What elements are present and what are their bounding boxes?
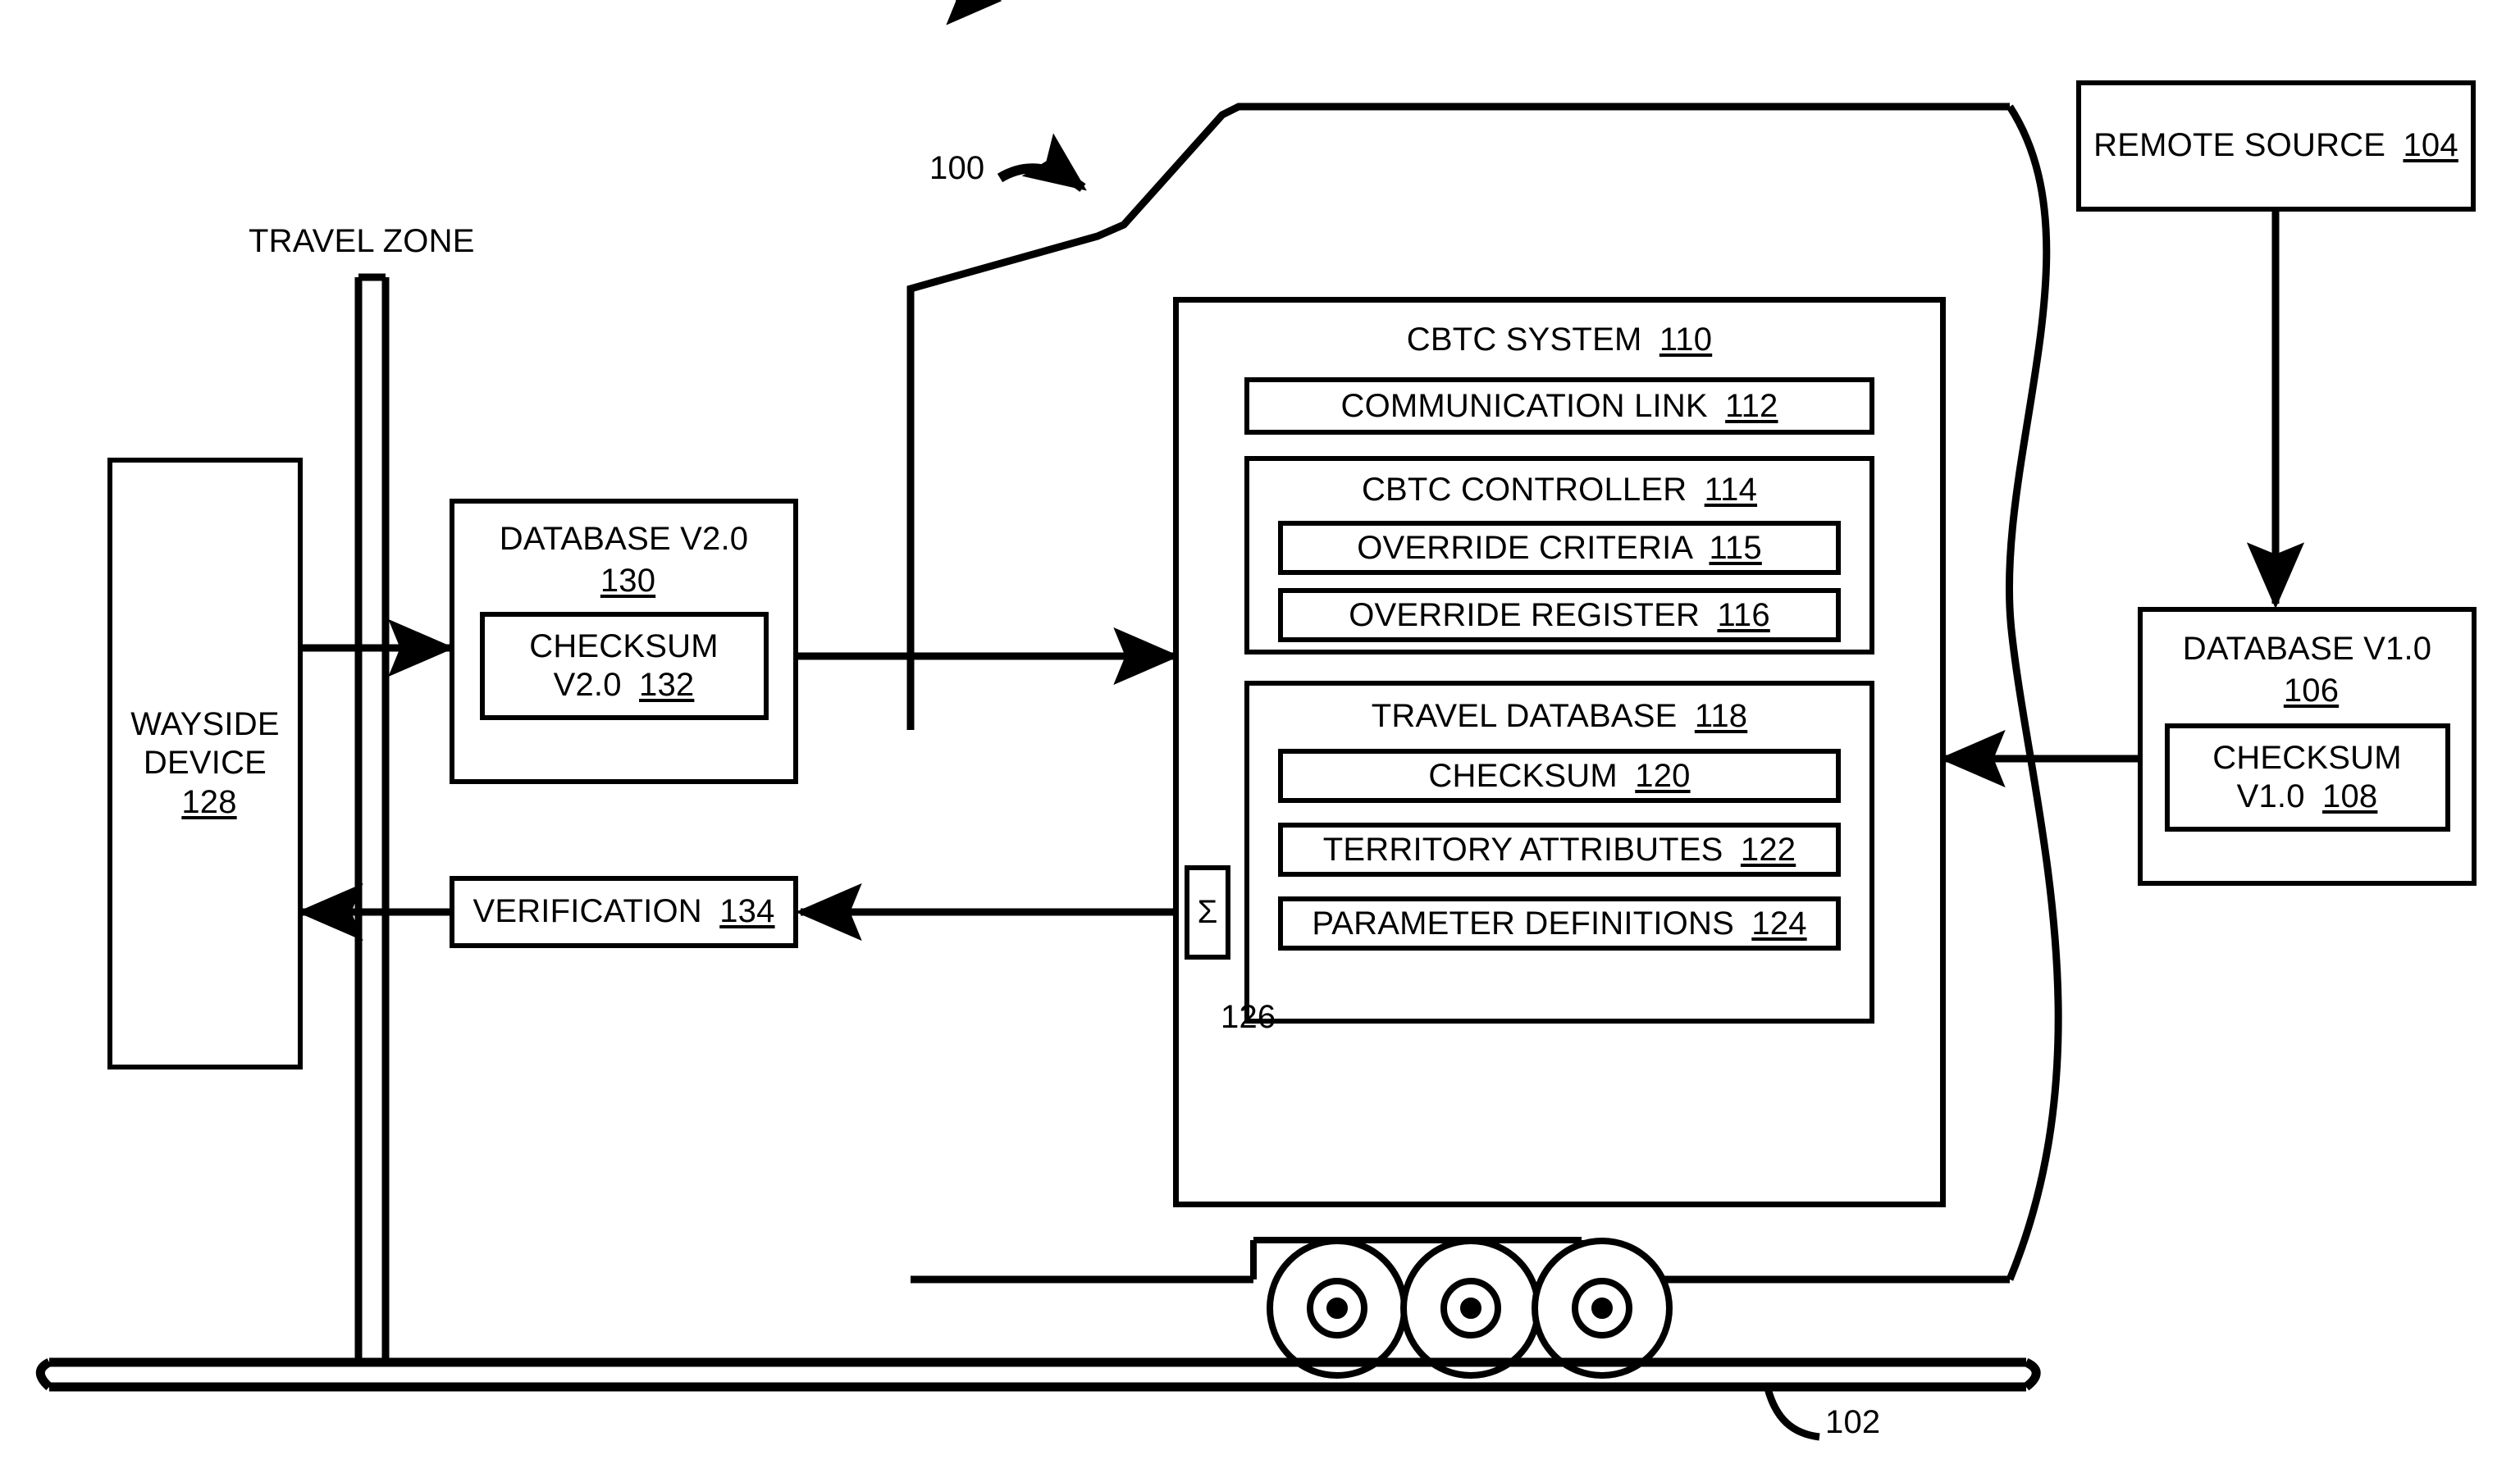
checksum-v1-ref: 108 [2322,778,2378,815]
override-register-text: OVERRIDE REGISTER 116 [1349,596,1770,635]
database-v2-ref: 130 [600,563,656,600]
cbtc-system-ref: 110 [1659,322,1713,358]
database-v2-box[interactable]: DATABASE V2.0 130 CHECKSUM V2.0 132 [450,499,798,784]
travel-database-label: TRAVEL DATABASE [1371,698,1678,735]
verification-text: VERIFICATION 134 [472,892,774,931]
figure-100-arrow [997,133,1087,192]
track-rail [35,1357,2041,1392]
wheel-outer-2 [1400,1238,1541,1379]
verification-ref: 134 [719,893,775,930]
sigma-symbol: Σ [1197,894,1218,930]
communication-link-ref: 112 [1725,387,1778,424]
database-v1-box[interactable]: DATABASE V1.0 106 CHECKSUM V1.0 108 [2138,607,2477,886]
communication-link-label: COMMUNICATION LINK [1340,387,1708,424]
database-v1-ref: 106 [2283,673,2340,709]
travel-checksum-box[interactable]: CHECKSUM 120 [1278,749,1841,804]
summation-node-ref: 126 [1221,999,1276,1035]
figure-ref-100: 100 [929,150,985,186]
remote-source-ref: 104 [2403,127,2458,164]
travel-database-ref: 118 [1694,698,1748,735]
checksum-v2-line2: V2.0 [553,667,622,704]
territory-attributes-box[interactable]: TERRITORY ATTRIBUTES 122 [1278,823,1841,878]
travel-checksum-ref: 120 [1635,757,1691,794]
override-register-label: OVERRIDE REGISTER [1349,596,1701,633]
communication-link-box[interactable]: COMMUNICATION LINK 112 [1244,377,1874,436]
cbtc-system-box[interactable]: CBTC SYSTEM 110 COMMUNICATION LINK 112 C… [1173,297,1946,1207]
override-register-box[interactable]: OVERRIDE REGISTER 116 [1278,588,1841,643]
wheel-hub-1 [1326,1298,1348,1319]
database-v2-label: DATABASE V2.0 [499,521,749,557]
cbtc-controller-ref: 114 [1704,472,1758,509]
summation-node[interactable]: Σ [1185,865,1230,960]
travel-checksum-text: CHECKSUM 120 [1428,757,1690,796]
territory-attributes-ref: 122 [1740,831,1796,868]
patent-figure-canvas: 100 102 TRAVEL ZONE REMOTE SOURCE 104 DA… [0,0,2520,1464]
wayside-device-line1: WAYSIDE [130,706,280,743]
override-criteria-box[interactable]: OVERRIDE CRITERIA 115 [1278,521,1841,576]
parameter-definitions-text: PARAMETER DEFINITIONS 124 [1312,905,1806,943]
remote-source-text: REMOTE SOURCE 104 [2093,126,2458,165]
cbtc-controller-box[interactable]: CBTC CONTROLLER 114 OVERRIDE CRITERIA 11… [1244,456,1874,655]
wheel-hub-3 [1591,1298,1613,1319]
wheel-outer-3 [1532,1238,1673,1379]
parameter-definitions-label: PARAMETER DEFINITIONS [1312,905,1734,942]
wheel-hub-2 [1460,1298,1481,1319]
checksum-v2-line1: CHECKSUM [529,628,719,665]
travel-zone-bar [354,273,390,1363]
wheel-outer-1 [1267,1238,1408,1379]
travel-database-title: TRAVEL DATABASE 118 [1372,697,1747,736]
checksum-v1-line2-row: V1.0 108 [2237,778,2378,816]
parameter-definitions-ref: 124 [1751,905,1807,942]
cbtc-system-title: CBTC SYSTEM 110 [1407,321,1712,359]
train-wheels [1267,1238,1673,1379]
remote-source-box[interactable]: REMOTE SOURCE 104 [2076,80,2476,212]
wayside-device-box[interactable]: WAYSIDE DEVICE 128 [107,458,303,1069]
checksum-v1-line1: CHECKSUM [2212,740,2402,777]
override-criteria-ref: 115 [1709,529,1762,566]
override-register-ref: 116 [1717,596,1770,633]
wayside-device-line2: DEVICE [143,745,267,782]
wheel-mid-1 [1307,1278,1367,1339]
train-bogie [1250,1237,1585,1279]
checksum-v2-line2-row: V2.0 132 [554,666,695,705]
parameter-definitions-box[interactable]: PARAMETER DEFINITIONS 124 [1278,896,1841,951]
verification-label: VERIFICATION [472,893,702,930]
wayside-device-ref: 128 [181,783,237,820]
cbtc-controller-title: CBTC CONTROLLER 114 [1362,471,1757,509]
checksum-v1-box[interactable]: CHECKSUM V1.0 108 [2164,723,2450,832]
database-v1-label: DATABASE V1.0 [2182,631,2432,667]
cbtc-system-label: CBTC SYSTEM [1406,322,1642,358]
checksum-v2-box[interactable]: CHECKSUM V2.0 132 [479,612,769,721]
territory-attributes-text: TERRITORY ATTRIBUTES 122 [1323,831,1796,869]
override-criteria-label: OVERRIDE CRITERIA [1357,529,1692,566]
cbtc-controller-label: CBTC CONTROLLER [1361,472,1687,509]
territory-attributes-label: TERRITORY ATTRIBUTES [1322,831,1723,868]
travel-zone-label: TRAVEL ZONE [249,223,475,259]
communication-link-text: COMMUNICATION LINK 112 [1340,387,1778,426]
track-ref-leader [1764,1387,1820,1441]
remote-source-label: REMOTE SOURCE [2093,127,2386,164]
verification-box[interactable]: VERIFICATION 134 [450,876,798,948]
travel-database-box[interactable]: TRAVEL DATABASE 118 CHECKSUM 120 TERRITO… [1244,681,1874,1024]
checksum-v2-ref: 132 [639,667,695,704]
travel-checksum-label: CHECKSUM [1428,757,1618,794]
wheel-mid-2 [1440,1278,1501,1339]
track-ref-102: 102 [1825,1404,1881,1440]
checksum-v1-line2: V1.0 [2236,778,2305,815]
override-criteria-text: OVERRIDE CRITERIA 115 [1357,529,1762,568]
wheel-mid-3 [1572,1278,1632,1339]
